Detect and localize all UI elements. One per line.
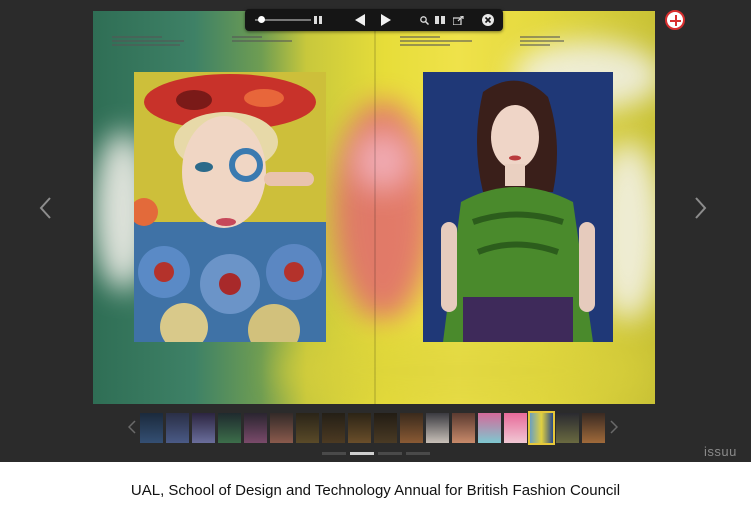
thumbnail[interactable]	[478, 413, 501, 443]
issuu-viewer: issuu	[0, 0, 751, 462]
thumbnail[interactable]	[504, 413, 527, 443]
thumbnail[interactable]	[348, 413, 371, 443]
thumbnail[interactable]	[166, 413, 189, 443]
thumbnail[interactable]	[400, 413, 423, 443]
next-page-icon[interactable]	[377, 9, 395, 31]
page-dot[interactable]	[378, 452, 402, 455]
pause-icon[interactable]	[311, 9, 325, 31]
page-fold	[374, 11, 376, 404]
thumbnails-prev-icon[interactable]	[127, 420, 136, 439]
page-dot-active[interactable]	[350, 452, 374, 455]
page-dot[interactable]	[406, 452, 430, 455]
table-of-contents-icon[interactable]	[433, 9, 447, 31]
prev-page-icon[interactable]	[351, 9, 369, 31]
thumbnail[interactable]	[556, 413, 579, 443]
photo-right-green-knit	[423, 72, 613, 342]
page-indicator	[322, 452, 430, 455]
thumbnail[interactable]	[140, 413, 163, 443]
plus-icon[interactable]	[665, 10, 685, 30]
thumbnail[interactable]	[218, 413, 241, 443]
thumbnail-selected[interactable]	[528, 411, 555, 445]
search-icon[interactable]	[417, 9, 431, 31]
page-dot[interactable]	[322, 452, 346, 455]
thumbnail[interactable]	[322, 413, 345, 443]
chevron-right-icon[interactable]	[694, 196, 708, 220]
text-column	[520, 36, 600, 48]
thumbnail[interactable]	[452, 413, 475, 443]
thumbnail[interactable]	[270, 413, 293, 443]
thumbnails-next-icon[interactable]	[610, 420, 619, 439]
issuu-logo: issuu	[704, 444, 737, 459]
thumbnail[interactable]	[192, 413, 215, 443]
text-column	[232, 36, 312, 44]
thumbnail[interactable]	[296, 413, 319, 443]
zoom-slider-icon[interactable]	[257, 16, 265, 23]
text-column	[112, 36, 192, 48]
chevron-left-icon[interactable]	[38, 196, 52, 220]
close-icon[interactable]	[481, 9, 495, 31]
photo-right-illustration	[423, 72, 613, 342]
photo-left-knit-headpiece	[134, 72, 326, 342]
thumbnail-strip	[140, 411, 610, 445]
thumbnail[interactable]	[426, 413, 449, 443]
text-column	[400, 36, 480, 48]
photo-left-illustration	[134, 72, 326, 342]
thumbnail[interactable]	[244, 413, 267, 443]
slide-caption: UAL, School of Design and Technology Ann…	[130, 482, 621, 499]
viewer-toolbar	[245, 9, 503, 31]
thumbnail[interactable]	[582, 413, 605, 443]
zoom-slider[interactable]	[245, 9, 321, 31]
thumbnail[interactable]	[374, 413, 397, 443]
share-icon[interactable]	[451, 9, 465, 31]
